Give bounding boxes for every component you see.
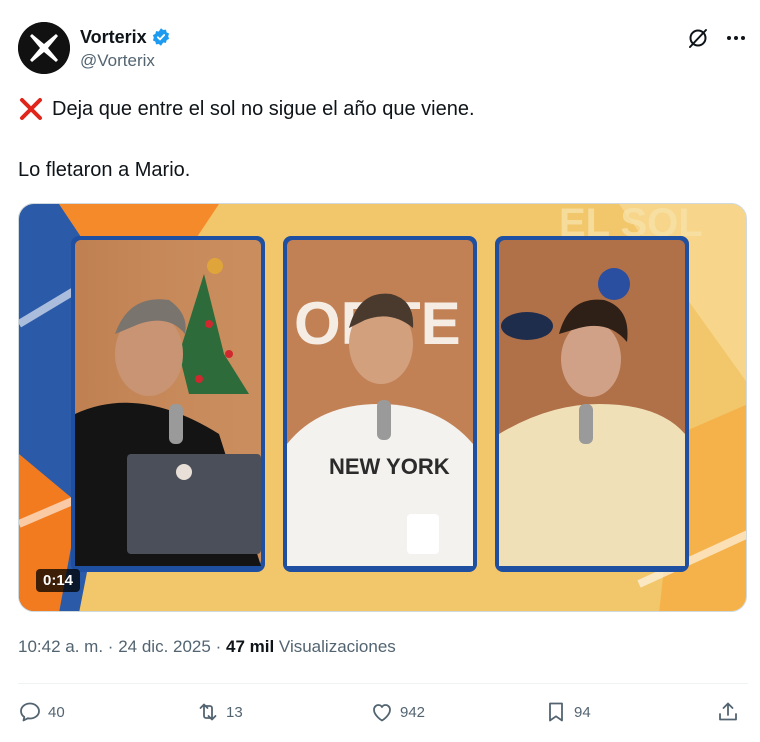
display-name[interactable]: Vorterix: [80, 27, 147, 48]
cross-mark-icon: [20, 98, 42, 120]
tweet-date[interactable]: 24 dic. 2025: [118, 637, 211, 656]
verified-badge-icon[interactable]: [151, 27, 171, 47]
handle[interactable]: @Vorterix: [80, 51, 171, 71]
reply-count: 40: [48, 703, 65, 721]
repost-button[interactable]: 13: [196, 700, 243, 724]
meta-separator-2: ·: [215, 637, 222, 656]
like-count: 942: [400, 703, 426, 721]
tweet-text-line-1: Deja que entre el sol no sigue el año qu…: [52, 98, 475, 120]
video-duration: 0:14: [36, 569, 81, 592]
tweet-text: Deja que entre el sol no sigue el año qu…: [18, 96, 738, 183]
bookmark-icon: [549, 702, 563, 722]
divider: [18, 683, 748, 684]
grok-icon[interactable]: [686, 26, 710, 50]
video-player[interactable]: EL SOL ORTE NEW YORK: [18, 203, 747, 612]
shirt-text: NEW YORK: [329, 454, 450, 479]
video-thumbnail: EL SOL ORTE NEW YORK: [19, 204, 746, 611]
tweet-time[interactable]: 10:42 a. m.: [18, 637, 103, 656]
views-count: 47 mil: [225, 637, 275, 656]
views-label: Visualizaciones: [278, 637, 396, 656]
vorterix-x-logo-icon: [18, 22, 70, 74]
avatar[interactable]: [18, 22, 70, 74]
tweet-text-line-2: Lo fletaron a Mario.: [18, 159, 191, 181]
tweet-meta: 10:42 a. m. · 24 dic. 2025 · 47 mil Visu…: [18, 637, 396, 657]
meta-separator: ·: [107, 637, 114, 656]
repost-icon: [199, 703, 217, 721]
reply-button[interactable]: 40: [18, 700, 65, 724]
share-button[interactable]: [716, 700, 740, 724]
action-bar: 40 13 942 94: [18, 700, 748, 730]
share-icon: [719, 702, 737, 721]
like-button[interactable]: 942: [370, 700, 425, 724]
reply-icon: [20, 702, 40, 722]
tweet-header: Vorterix @Vorterix: [18, 22, 748, 78]
heart-icon: [373, 704, 391, 722]
bookmark-button[interactable]: 94: [544, 700, 591, 724]
more-icon[interactable]: [724, 26, 748, 50]
bookmark-count: 94: [574, 703, 591, 721]
repost-count: 13: [226, 703, 243, 721]
